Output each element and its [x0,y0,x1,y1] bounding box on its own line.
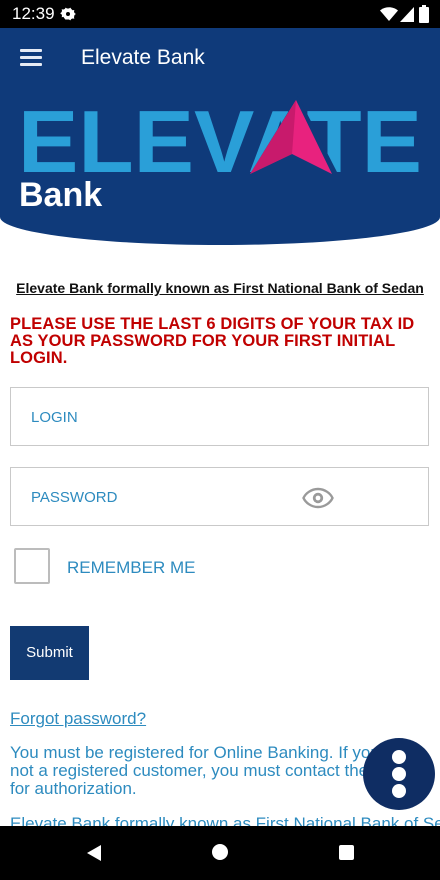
more-dot-icon [392,750,406,764]
logo-word-bank: Bank [19,176,102,214]
more-dot-icon [392,767,406,781]
home-icon[interactable] [212,844,228,860]
recent-apps-icon[interactable] [339,845,354,860]
remember-me-checkbox[interactable] [14,548,50,584]
remember-me-row: REMEMBER ME [14,548,314,586]
remember-me-label[interactable]: REMEMBER ME [67,558,195,578]
signal-icon [400,7,414,22]
more-options-fab[interactable] [363,738,435,810]
tagline: Elevate Bank formally known as First Nat… [16,280,424,296]
elevate-bank-logo: ELEVATE Bank [18,92,422,214]
gear-icon [60,7,76,21]
more-dot-icon [392,784,406,798]
back-icon[interactable] [85,844,103,862]
status-bar: 12:39 [0,0,440,28]
submit-button[interactable]: Submit [10,626,89,680]
eye-icon[interactable] [302,487,334,509]
login-field[interactable]: LOGIN [10,387,429,446]
login-placeholder: LOGIN [31,409,78,426]
system-nav-bar [0,826,440,880]
hamburger-menu-icon[interactable] [20,49,42,67]
app-bar: Elevate Bank [0,28,440,90]
password-warning: PLEASE USE THE LAST 6 DIGITS OF YOUR TAX… [10,315,415,367]
password-placeholder: PASSWORD [31,489,118,506]
wifi-icon [380,7,398,21]
logo-banner: ELEVATE Bank [0,90,440,245]
password-field[interactable]: PASSWORD [10,467,429,526]
status-time: 12:39 [12,4,55,23]
forgot-password-link[interactable]: Forgot password? [10,709,146,729]
battery-icon [419,5,429,23]
app-title: Elevate Bank [81,46,205,69]
